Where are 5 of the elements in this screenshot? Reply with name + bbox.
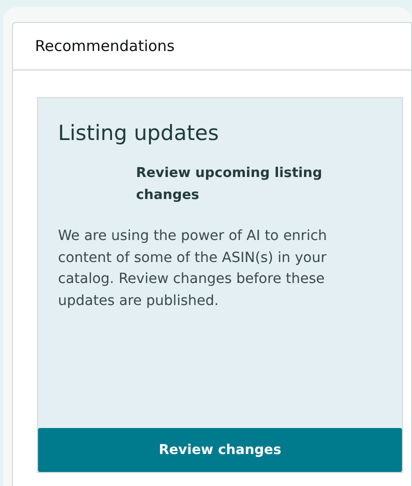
card-description: We are using the power of AI to enrich content of some of the ASIN(s) in your catalog. Review changes before these updates are published. xyxy=(57,227,328,310)
review-changes-button[interactable]: Review changes xyxy=(38,428,402,472)
panel-title: Recommendations xyxy=(35,36,175,57)
card-title: Listing updates xyxy=(57,120,220,147)
card-subtitle: Review upcoming listing changes xyxy=(135,164,324,205)
